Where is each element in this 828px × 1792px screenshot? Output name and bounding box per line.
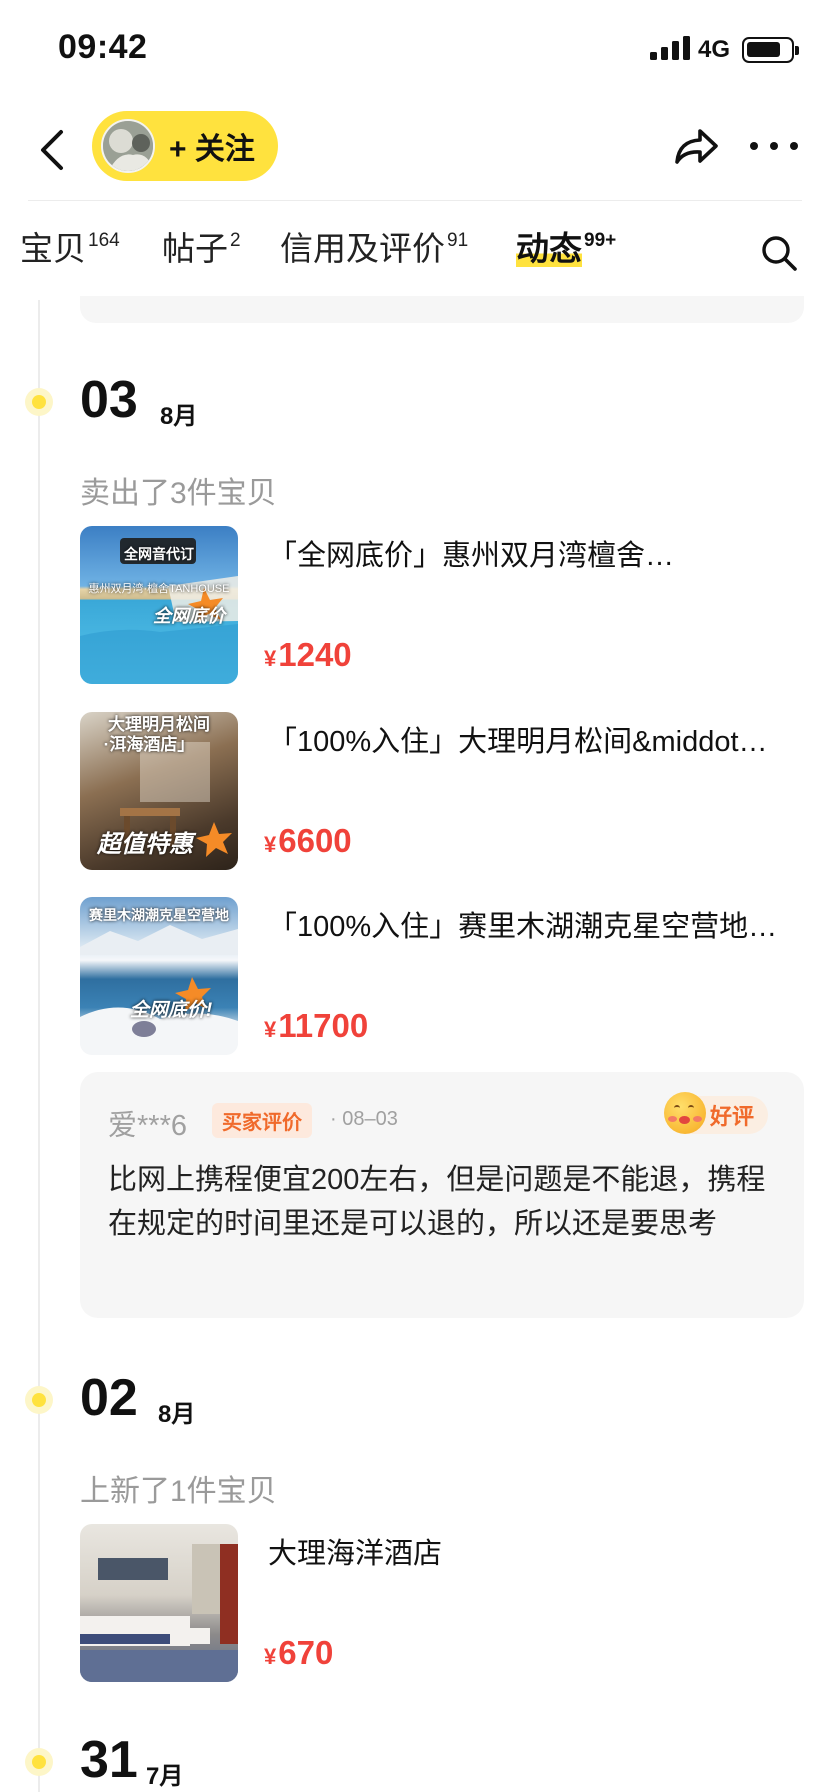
date-month: 8月 (160, 403, 198, 430)
battery-level (747, 42, 780, 57)
review-date: · 08–03 (330, 1108, 398, 1130)
activity-caption: 上新了1件宝贝 (80, 1475, 277, 1508)
reviewer-name: 爱***6 (108, 1110, 187, 1142)
date-day: 02 (80, 1369, 138, 1427)
nav-bar: + 关注 (0, 100, 828, 200)
status-time: 09:42 (58, 28, 148, 66)
product-thumbnail: 赛里木湖潮克星空营地 全网底价! (80, 897, 238, 1055)
product-item[interactable]: 赛里木湖潮克星空营地 全网底价! 「100%入住」赛里木湖潮克星空营地… ¥11… (80, 897, 810, 1057)
more-icon (750, 142, 758, 150)
good-review-badge: 好评 (664, 1092, 769, 1134)
previous-card[interactable] (80, 296, 804, 323)
tab-items[interactable]: 宝贝 164 (20, 222, 120, 270)
back-button[interactable] (30, 122, 74, 178)
tab-credit-reviews[interactable]: 信用及评价 91 (280, 222, 468, 270)
tab-credit-count: 91 (447, 230, 469, 251)
network-label: 4G (698, 36, 731, 63)
product-title: 「100%入住」大理明月松间&middot… (268, 726, 768, 758)
product-thumbnail (80, 1524, 238, 1682)
product-price: ¥6600 (264, 822, 352, 859)
buyer-review-tag: 买家评价 (212, 1103, 312, 1138)
battery-icon (742, 37, 799, 63)
product-item[interactable]: 大理明月松间 ·洱海酒店」 超值特惠 「100%入住」大理明月松间&middot… (80, 712, 810, 872)
product-title: 「100%入住」赛里木湖潮克星空营地… (268, 911, 778, 943)
product-thumbnail: 全网音代订 惠州双月湾·檀舍TANHOUSE 全网底价 (80, 526, 238, 684)
divider (28, 200, 802, 201)
date-month: 7月 (146, 1763, 184, 1790)
product-title: 「全网底价」惠州双月湾檀舍… (268, 540, 675, 572)
product-thumbnail: 大理明月松间 ·洱海酒店」 超值特惠 (80, 712, 238, 870)
activity-caption: 卖出了3件宝贝 (80, 477, 277, 510)
tab-activity-count: 99+ (584, 230, 617, 251)
signal-icon (650, 36, 690, 60)
smiley-icon (664, 1092, 706, 1134)
more-button[interactable] (750, 128, 798, 164)
review-card[interactable]: 爱***6 买家评价 · 08–03 好评 比网上携程便宜200左右，但是问题是… (80, 1072, 804, 1318)
timeline-dot (25, 1748, 53, 1776)
product-price: ¥11700 (264, 1007, 369, 1044)
status-bar: 09:42 4G (0, 0, 828, 100)
tab-bar: 宝贝 164 帖子 2 信用及评价 91 动态 99+ (0, 210, 828, 290)
date-day: 31 (80, 1731, 138, 1789)
timeline-line (38, 300, 40, 1792)
tab-activity[interactable]: 动态 99+ (516, 222, 616, 270)
date-month: 8月 (158, 1401, 196, 1428)
date-day: 03 (80, 371, 138, 429)
share-icon[interactable] (672, 122, 720, 170)
product-price: ¥1240 (264, 636, 352, 673)
timeline-dot (25, 388, 53, 416)
tab-items-count: 164 (88, 230, 120, 251)
tab-posts[interactable]: 帖子 2 (162, 222, 241, 270)
back-icon (41, 130, 63, 170)
follow-button[interactable]: + 关注 (92, 111, 278, 181)
tab-posts-count: 2 (230, 230, 241, 251)
search-icon[interactable] (760, 234, 798, 272)
follow-label: + 关注 (169, 133, 255, 166)
product-item[interactable]: 大理海洋酒店 ¥670 (80, 1524, 810, 1684)
review-text: 比网上携程便宜200左右，但是问题是不能退，携程在规定的时间里还是可以退的，所以… (108, 1164, 766, 1240)
timeline-dot (25, 1386, 53, 1414)
avatar[interactable] (101, 119, 155, 173)
product-price: ¥670 (264, 1634, 334, 1671)
product-item[interactable]: 全网音代订 惠州双月湾·檀舍TANHOUSE 全网底价 「全网底价」惠州双月湾檀… (80, 526, 810, 686)
product-title: 大理海洋酒店 (268, 1538, 443, 1570)
